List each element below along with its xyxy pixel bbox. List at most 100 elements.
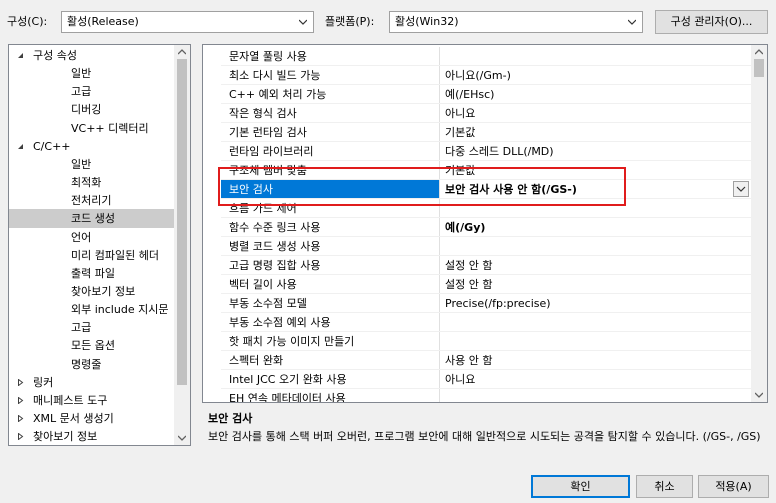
apply-button[interactable]: 적용(A): [698, 475, 769, 498]
ok-button[interactable]: 확인: [531, 475, 630, 498]
tree-scrollbar[interactable]: [174, 45, 190, 445]
property-row[interactable]: 핫 패치 가능 이미지 만들기: [221, 332, 751, 351]
collapsed-triangle-icon[interactable]: [17, 396, 24, 404]
property-tree[interactable]: 구성 속성 일반 고급 디버깅 VC++ 디렉터리 C/C++ 일반 최적화 전처리기 코드 생성…: [8, 44, 191, 446]
property-row[interactable]: 최소 다시 빌드 가능 아니요(/Gm-): [221, 66, 751, 85]
tree-item[interactable]: 미리 컴파일된 헤더: [9, 246, 175, 265]
grid-scrollbar[interactable]: [751, 45, 767, 402]
property-name: 벡터 길이 사용: [229, 278, 297, 291]
tree-item[interactable]: 모든 옵션: [9, 336, 175, 355]
scroll-up-arrow-icon[interactable]: [755, 49, 763, 55]
property-value[interactable]: 아니요: [441, 104, 751, 122]
property-row[interactable]: 스펙터 완화 사용 안 함: [221, 351, 751, 370]
cancel-button[interactable]: 취소: [636, 475, 693, 498]
column-divider: [439, 104, 440, 123]
property-value[interactable]: 예(/EHsc): [441, 85, 751, 103]
collapsed-triangle-icon[interactable]: [17, 415, 24, 422]
property-row[interactable]: EH 연속 메타데이터 사용: [221, 389, 751, 402]
property-value[interactable]: 다중 스레드 DLL(/MD): [441, 142, 751, 160]
property-name: 런타임 라이브러리: [229, 145, 314, 158]
description-body: 보안 검사를 통해 스택 버퍼 오버런, 프로그램 보안에 대해 일반적으로 시…: [208, 430, 761, 443]
tree-item-label: 일반: [71, 67, 92, 81]
property-value[interactable]: 설정 안 함: [441, 256, 751, 274]
property-value[interactable]: 아니요(/Gm-): [441, 66, 751, 84]
property-row[interactable]: 기본 런타임 검사 기본값: [221, 123, 751, 142]
collapsed-triangle-icon[interactable]: [17, 433, 24, 441]
scroll-down-arrow-icon[interactable]: [755, 392, 763, 398]
column-divider: [439, 294, 440, 313]
property-row[interactable]: 벡터 길이 사용 설정 안 함: [221, 275, 751, 294]
property-name: 최소 다시 빌드 가능: [229, 69, 321, 82]
chevron-down-icon: [299, 19, 307, 25]
property-value[interactable]: 설정 안 함: [441, 275, 751, 293]
property-name: 작은 형식 검사: [229, 107, 297, 120]
tree-item[interactable]: 고급: [9, 318, 175, 337]
tree-item[interactable]: 디버깅: [9, 100, 175, 119]
tree-item-label: 미리 컴파일된 헤더: [71, 248, 159, 262]
property-row[interactable]: 고급 명령 집합 사용 설정 안 함: [221, 256, 751, 275]
property-value[interactable]: 기본값: [441, 123, 751, 141]
tree-item[interactable]: 일반: [9, 155, 175, 174]
config-dropdown[interactable]: 활성(Release): [61, 11, 314, 33]
column-divider: [439, 47, 440, 66]
tree-item[interactable]: 링커: [9, 373, 175, 392]
config-dropdown-value: 활성(Release): [67, 15, 139, 28]
tree-item-label: 고급: [71, 321, 92, 335]
property-value[interactable]: 사용 안 함: [441, 351, 751, 369]
expanded-triangle-icon[interactable]: [17, 52, 24, 59]
value-dropdown-button[interactable]: [733, 181, 749, 197]
tree-item[interactable]: VC++ 디렉터리: [9, 119, 175, 138]
property-value[interactable]: [441, 313, 751, 331]
property-value[interactable]: [441, 332, 751, 350]
column-divider: [439, 256, 440, 275]
column-divider: [439, 142, 440, 161]
tree-item[interactable]: 찾아보기 정보: [9, 427, 175, 445]
platform-dropdown[interactable]: 활성(Win32): [389, 11, 643, 33]
property-name: 스펙터 완화: [229, 354, 284, 367]
property-row[interactable]: 런타임 라이브러리 다중 스레드 DLL(/MD): [221, 142, 751, 161]
property-row[interactable]: Intel JCC 오기 완화 사용 아니요: [221, 370, 751, 389]
scroll-down-arrow-icon[interactable]: [178, 435, 186, 441]
property-value[interactable]: [441, 237, 751, 255]
property-value[interactable]: Precise(/fp:precise): [441, 294, 751, 312]
column-divider: [439, 123, 440, 142]
tree-item[interactable]: 코드 생성: [9, 209, 175, 229]
platform-dropdown-value: 활성(Win32): [395, 15, 459, 28]
scroll-up-arrow-icon[interactable]: [178, 49, 186, 55]
property-name: 핫 패치 가능 이미지 만들기: [229, 335, 355, 348]
property-row[interactable]: 부동 소수점 예외 사용: [221, 313, 751, 332]
tree-item[interactable]: 일반: [9, 64, 175, 83]
tree-item[interactable]: 언어: [9, 228, 175, 247]
platform-label: 플랫폼(P):: [325, 15, 375, 28]
property-grid[interactable]: 문자열 풀링 사용최소 다시 빌드 가능 아니요(/Gm-) C++ 예외 처리 가…: [202, 44, 768, 403]
description-panel: 보안 검사 보안 검사를 통해 스택 버퍼 오버런, 프로그램 보안에 대해 일…: [202, 408, 768, 468]
tree-item[interactable]: 고급: [9, 82, 175, 101]
property-row[interactable]: 문자열 풀링 사용: [221, 47, 751, 66]
property-row[interactable]: C++ 예외 처리 가능 예(/EHsc): [221, 85, 751, 104]
tree-item-label: 고급: [71, 85, 92, 99]
tree-item[interactable]: C/C++: [9, 137, 175, 156]
expanded-triangle-icon[interactable]: [17, 143, 24, 150]
tree-item[interactable]: 출력 파일: [9, 264, 175, 283]
tree-item[interactable]: 외부 include 지시문: [9, 300, 175, 319]
collapsed-triangle-icon[interactable]: [17, 378, 24, 386]
tree-item[interactable]: 최적화: [9, 173, 175, 192]
property-row[interactable]: 작은 형식 검사 아니요: [221, 104, 751, 123]
tree-item[interactable]: 구성 속성: [9, 46, 175, 65]
property-row[interactable]: 부동 소수점 모델 Precise(/fp:precise): [221, 294, 751, 313]
property-value[interactable]: [441, 47, 751, 65]
property-value[interactable]: 아니요: [441, 370, 751, 388]
tree-item-label: C/C++: [33, 139, 71, 153]
property-row[interactable]: 병렬 코드 생성 사용: [221, 237, 751, 256]
property-value[interactable]: 예(/Gy): [441, 218, 751, 236]
tree-item[interactable]: XML 문서 생성기: [9, 409, 175, 428]
property-row[interactable]: 함수 수준 링크 사용 예(/Gy): [221, 218, 751, 237]
grid-scroll-thumb[interactable]: [754, 59, 764, 77]
property-value[interactable]: [441, 389, 751, 402]
config-manager-button[interactable]: 구성 관리자(O)...: [655, 10, 768, 34]
tree-item[interactable]: 전처리기: [9, 191, 175, 210]
tree-scroll-thumb[interactable]: [177, 59, 187, 385]
tree-item[interactable]: 찾아보기 정보: [9, 282, 175, 301]
tree-item[interactable]: 매니페스트 도구: [9, 391, 175, 410]
tree-item[interactable]: 명령줄: [9, 355, 175, 374]
